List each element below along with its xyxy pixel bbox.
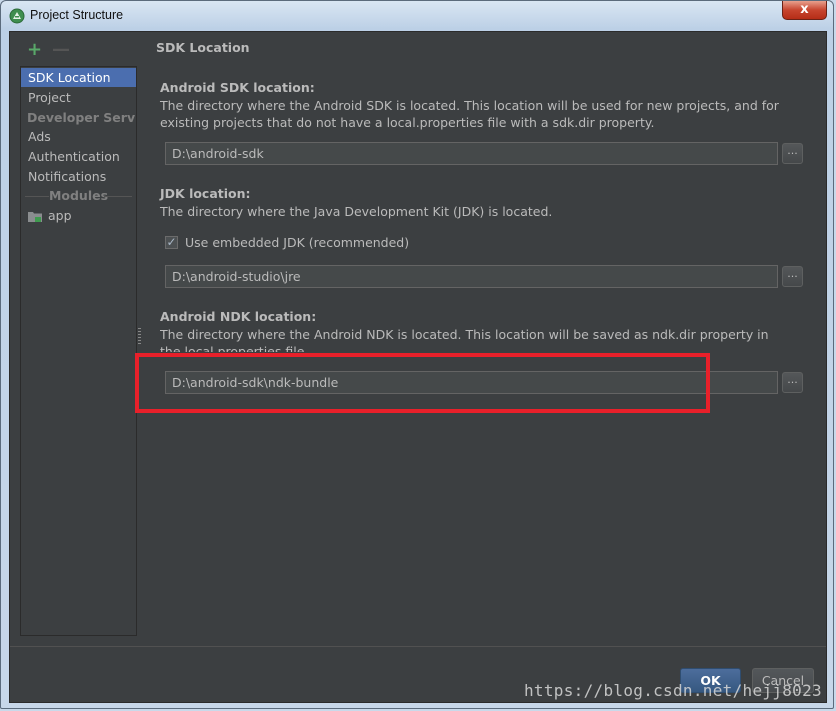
annotation-highlight-box — [135, 353, 710, 413]
jdk-browse-button[interactable]: ... — [782, 266, 803, 287]
title-bar[interactable]: Project Structure x — [1, 1, 833, 31]
android-studio-icon — [9, 8, 25, 24]
embedded-jdk-checkbox-label[interactable]: Use embedded JDK (recommended) — [185, 235, 409, 250]
project-structure-window: Project Structure x + — SDK Location Pro… — [0, 0, 834, 709]
window-title: Project Structure — [30, 8, 124, 22]
embedded-jdk-checkbox[interactable]: ✓ — [165, 236, 178, 249]
jdk-path-field[interactable]: D:\android-studio\jre — [165, 265, 778, 288]
android-ndk-browse-button[interactable]: ... — [782, 372, 803, 393]
sidebar-item-sdk-location[interactable]: SDK Location — [21, 68, 136, 87]
sidebar-item-authentication[interactable]: Authentication — [21, 147, 136, 166]
footer-divider — [10, 646, 826, 647]
sidebar-item-ads[interactable]: Ads — [21, 127, 136, 146]
sidebar-item-notifications[interactable]: Notifications — [21, 167, 136, 186]
jdk-title: JDK location: — [160, 186, 251, 201]
page-title: SDK Location — [156, 40, 250, 55]
android-sdk-path-field[interactable]: D:\android-sdk — [165, 142, 778, 165]
sidebar: SDK Location Project Developer Servi... … — [20, 66, 137, 636]
android-ndk-description: The directory where the Android NDK is l… — [160, 327, 769, 352]
jdk-description: The directory where the Java Development… — [160, 204, 553, 219]
sidebar-item-project[interactable]: Project — [21, 88, 136, 107]
close-icon: x — [800, 2, 809, 17]
sidebar-item-app[interactable]: app — [21, 206, 136, 225]
remove-icon[interactable]: — — [52, 41, 70, 59]
android-ndk-title: Android NDK location: — [160, 309, 317, 324]
checkmark-icon: ✓ — [166, 235, 177, 249]
add-icon[interactable]: + — [27, 41, 42, 59]
sidebar-header-developer-services: Developer Servi... — [27, 110, 136, 125]
sidebar-header-modules: Modules — [21, 188, 136, 203]
main-panel: SDK Location Android SDK location: The d… — [135, 32, 826, 642]
close-button[interactable]: x — [782, 1, 827, 20]
watermark-text: https://blog.csdn.net/hejj8023 — [524, 681, 822, 700]
sidebar-item-app-label: app — [48, 208, 72, 223]
android-sdk-description: The directory where the Android SDK is l… — [160, 98, 779, 130]
module-folder-icon — [28, 212, 42, 222]
android-sdk-title: Android SDK location: — [160, 80, 315, 95]
splitter-handle[interactable] — [138, 328, 141, 344]
android-sdk-browse-button[interactable]: ... — [782, 143, 803, 164]
dialog-client-area: + — SDK Location Project Developer Servi… — [9, 31, 827, 703]
